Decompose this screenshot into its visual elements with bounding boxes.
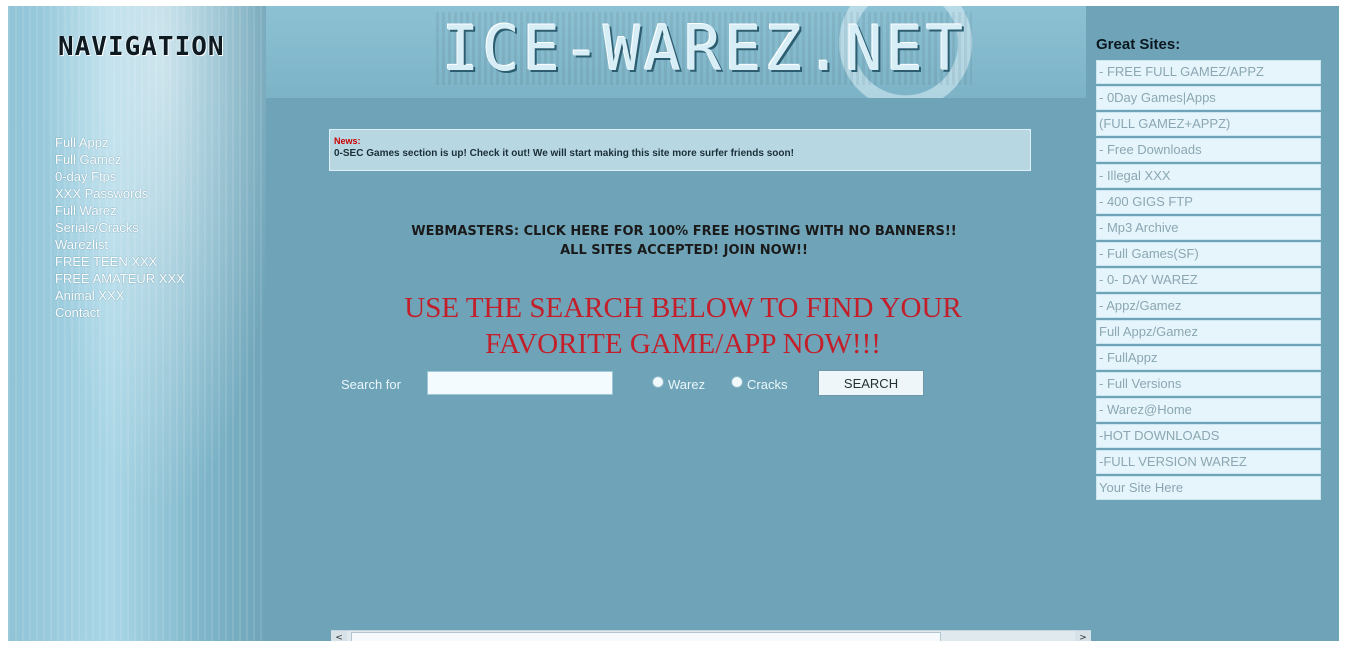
- site-link[interactable]: - Warez@Home: [1096, 398, 1321, 422]
- cracks-radio[interactable]: [731, 376, 743, 388]
- site-link[interactable]: -FULL VERSION WAREZ: [1096, 450, 1321, 474]
- site-link[interactable]: - 400 GIGS FTP: [1096, 190, 1321, 214]
- search-label: Search for: [341, 377, 401, 392]
- site-link[interactable]: - 0- DAY WAREZ: [1096, 268, 1321, 292]
- nav-link-full-gamez[interactable]: Full Gamez: [55, 151, 185, 168]
- nav-link-full-warez[interactable]: Full Warez: [55, 202, 185, 219]
- site-logo[interactable]: ICE-WAREZ.NET: [436, 12, 973, 85]
- search-heading: USE THE SEARCH BELOW TO FIND YOUR FAVORI…: [353, 290, 1013, 362]
- site-link[interactable]: - Free Downloads: [1096, 138, 1321, 162]
- scroll-right-arrow-icon[interactable]: >: [1075, 631, 1091, 641]
- navigation-title: NAVIGATION: [58, 32, 225, 62]
- site-link[interactable]: - Full Versions: [1096, 372, 1321, 396]
- nav-link-full-appz[interactable]: Full Appz: [55, 134, 185, 151]
- scroll-thumb[interactable]: [351, 632, 941, 641]
- page-background: NAVIGATION Full Appz Full Gamez 0-day Ft…: [8, 6, 1339, 641]
- nav-link-serials-cracks[interactable]: Serials/Cracks: [55, 219, 185, 236]
- site-link[interactable]: -HOT DOWNLOADS: [1096, 424, 1321, 448]
- site-link[interactable]: (FULL GAMEZ+APPZ): [1096, 112, 1321, 136]
- great-sites-title: Great Sites:: [1096, 36, 1181, 53]
- site-link[interactable]: - Illegal XXX: [1096, 164, 1321, 188]
- site-link[interactable]: - FullAppz: [1096, 346, 1321, 370]
- search-button[interactable]: SEARCH: [818, 370, 924, 396]
- nav-link-0day-ftps[interactable]: 0-day Ftps: [55, 168, 185, 185]
- nav-link-free-amateur[interactable]: FREE AMATEUR XXX: [55, 270, 185, 287]
- nav-link-animal[interactable]: Animal XXX: [55, 287, 185, 304]
- site-link[interactable]: - Mp3 Archive: [1096, 216, 1321, 240]
- news-label: News:: [334, 136, 361, 146]
- nav-link-xxx-passwords[interactable]: XXX Passwords: [55, 185, 185, 202]
- site-link[interactable]: - Appz/Gamez: [1096, 294, 1321, 318]
- site-link[interactable]: - 0Day Games|Apps: [1096, 86, 1321, 110]
- search-heading-line-2: FAVORITE GAME/APP NOW!!!: [485, 328, 881, 360]
- news-text: 0-SEC Games section is up! Check it out!…: [334, 148, 794, 159]
- nav-link-free-teen[interactable]: FREE TEEN XXX: [55, 253, 185, 270]
- site-link[interactable]: - Full Games(SF): [1096, 242, 1321, 266]
- site-link[interactable]: Full Appz/Gamez: [1096, 320, 1321, 344]
- webmaster-hosting-link[interactable]: WEBMASTERS: CLICK HERE FOR 100% FREE HOS…: [331, 222, 1037, 260]
- header-banner: ICE-WAREZ.NET: [266, 6, 1086, 98]
- search-input[interactable]: [427, 371, 613, 395]
- news-box: News: 0-SEC Games section is up! Check i…: [329, 129, 1031, 171]
- nav-link-contact[interactable]: Contact: [55, 304, 185, 321]
- nav-link-warezlist[interactable]: Warezlist: [55, 236, 185, 253]
- navigation-panel: NAVIGATION Full Appz Full Gamez 0-day Ft…: [8, 6, 266, 641]
- promo-line-2: ALL SITES ACCEPTED! JOIN NOW!!: [560, 243, 808, 258]
- horizontal-scrollbar[interactable]: < >: [331, 630, 1091, 641]
- search-heading-line-1: USE THE SEARCH BELOW TO FIND YOUR: [404, 292, 962, 324]
- site-link[interactable]: Your Site Here: [1096, 476, 1321, 500]
- scroll-left-arrow-icon[interactable]: <: [331, 631, 347, 641]
- navigation-links: Full Appz Full Gamez 0-day Ftps XXX Pass…: [55, 134, 185, 321]
- great-sites-list: - FREE FULL GAMEZ/APPZ - 0Day Games|Apps…: [1096, 60, 1321, 502]
- cracks-radio-label: Cracks: [747, 377, 788, 392]
- site-link[interactable]: - FREE FULL GAMEZ/APPZ: [1096, 60, 1321, 84]
- warez-radio[interactable]: [652, 376, 664, 388]
- warez-radio-label: Warez: [668, 377, 706, 392]
- promo-line-1: WEBMASTERS: CLICK HERE FOR 100% FREE HOS…: [411, 224, 957, 239]
